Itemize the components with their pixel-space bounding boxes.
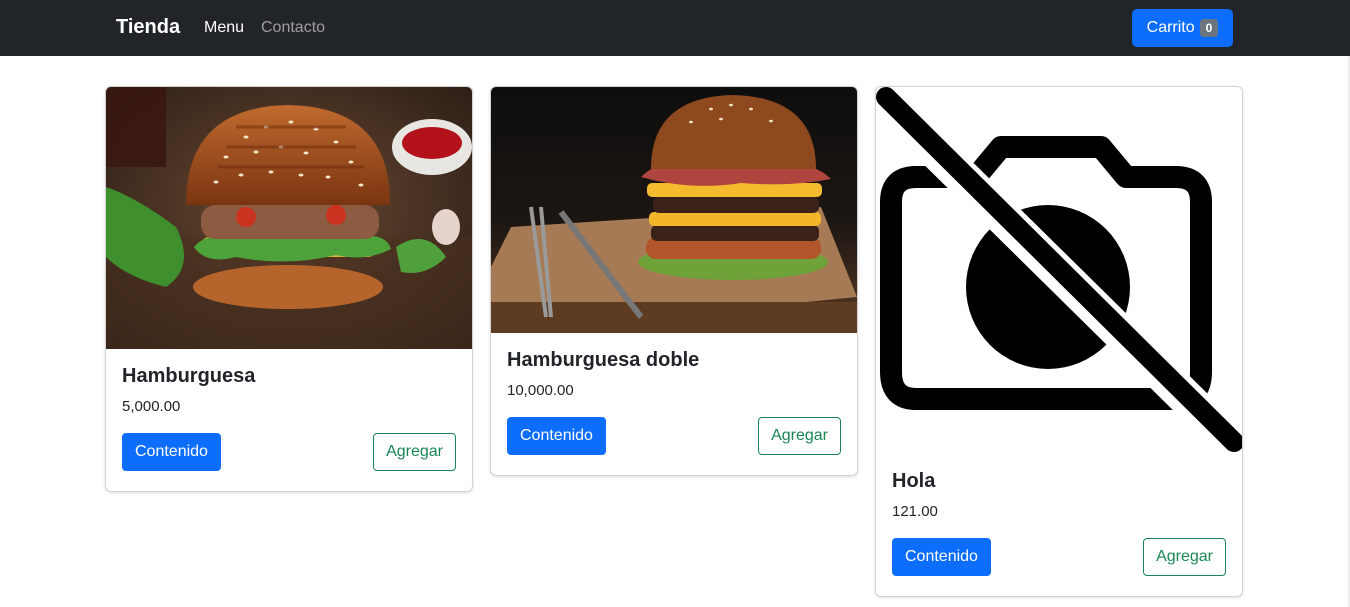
brand-link[interactable]: Tienda <box>116 16 180 39</box>
nav-link-menu[interactable]: Menu <box>204 19 244 37</box>
card-body: Hola 121.00 Contenido Agregar <box>876 454 1242 592</box>
burger-image <box>106 87 472 349</box>
product-title: Hola <box>892 470 936 492</box>
product-title: Hamburguesa <box>122 365 256 387</box>
cart-count-badge: 0 <box>1199 19 1219 37</box>
product-price: 121.00 <box>892 503 938 520</box>
content-button[interactable]: Contenido <box>892 538 991 576</box>
add-button[interactable]: Agregar <box>758 417 841 455</box>
product-card: Hamburguesa doble 10,000.00 Contenido Ag… <box>490 86 858 476</box>
product-price: 5,000.00 <box>122 398 181 415</box>
add-button[interactable]: Agregar <box>373 433 456 471</box>
double-burger-image <box>491 87 857 333</box>
product-price: 10,000.00 <box>507 382 574 399</box>
product-title: Hamburguesa doble <box>507 349 700 371</box>
content-button[interactable]: Contenido <box>122 433 221 471</box>
no-image-icon <box>876 87 1242 454</box>
cart-button[interactable]: Carrito 0 <box>1132 9 1233 47</box>
card-body: Hamburguesa doble 10,000.00 Contenido Ag… <box>491 333 857 471</box>
navbar: Tienda Menu Contacto Carrito 0 <box>0 0 1350 56</box>
content-button[interactable]: Contenido <box>507 417 606 455</box>
add-button[interactable]: Agregar <box>1143 538 1226 576</box>
nav-link-contacto[interactable]: Contacto <box>261 19 325 37</box>
product-card: Hamburguesa 5,000.00 Contenido Agregar <box>105 86 473 492</box>
cart-label: Carrito <box>1146 19 1195 36</box>
card-body: Hamburguesa 5,000.00 Contenido Agregar <box>106 349 472 487</box>
product-card: Hola 121.00 Contenido Agregar <box>875 86 1243 597</box>
